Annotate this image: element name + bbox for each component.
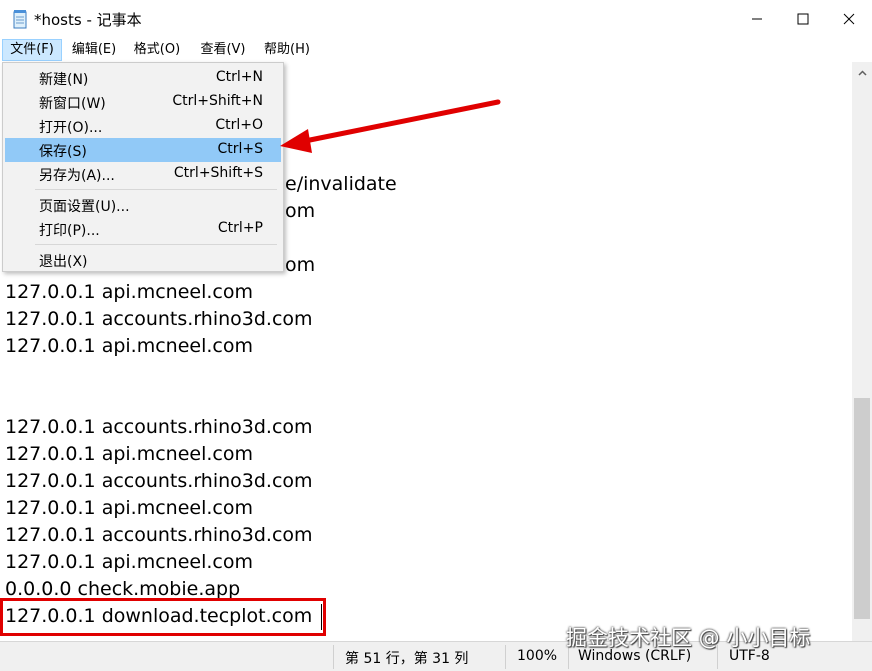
menu-view[interactable]: 查看(V) <box>194 39 252 61</box>
menu-separator <box>35 189 277 190</box>
text-line: om <box>285 200 316 222</box>
menu-item-label: 新窗口(W) <box>39 96 106 112</box>
status-divider <box>505 645 506 669</box>
text-line: 127.0.0.1 accounts.rhino3d.com <box>5 470 313 492</box>
menu-format[interactable]: 格式(O) <box>128 39 186 61</box>
menu-item-label: 页面设置(U)... <box>39 199 130 215</box>
cursor-position: 第 51 行，第 31 列 <box>345 651 469 667</box>
menu-item-label: 新建(N) <box>39 72 89 88</box>
menu-item-label: 保存(S) <box>39 144 87 160</box>
menu-item-save[interactable]: 保存(S) Ctrl+S <box>5 138 281 162</box>
text-line: 127.0.0.1 api.mcneel.com <box>5 281 253 303</box>
menu-file[interactable]: 文件(F) <box>2 39 62 61</box>
menu-help[interactable]: 帮助(H) <box>258 39 316 61</box>
menu-item-exit[interactable]: 退出(X) <box>5 248 281 272</box>
menu-item-new-window[interactable]: 新窗口(W) Ctrl+Shift+N <box>5 90 281 114</box>
menu-item-shortcut: Ctrl+O <box>215 117 263 133</box>
menu-bar: 文件(F) 编辑(E) 格式(O) 查看(V) 帮助(H) <box>0 38 872 62</box>
zoom-level: 100% <box>517 648 558 664</box>
watermark: 掘金技术社区 @ 小小目标 <box>566 626 811 650</box>
text-line: om <box>285 254 316 276</box>
menu-item-shortcut: Ctrl+N <box>215 69 263 85</box>
title-bar: *hosts - 记事本 <box>0 0 872 38</box>
menu-item-shortcut: Ctrl+P <box>217 220 263 236</box>
text-line: 127.0.0.1 api.mcneel.com <box>5 335 253 357</box>
notepad-icon <box>13 10 27 29</box>
text-line: 127.0.0.1 api.mcneel.com <box>5 551 253 573</box>
menu-item-label: 打印(P)... <box>39 223 100 239</box>
text-line: 127.0.0.1 accounts.rhino3d.com <box>5 308 313 330</box>
menu-edit[interactable]: 编辑(E) <box>66 39 122 61</box>
text-line: 127.0.0.1 api.mcneel.com <box>5 497 253 519</box>
menu-item-print[interactable]: 打印(P)... Ctrl+P <box>5 217 281 241</box>
menu-item-label: 打开(O)... <box>39 120 103 136</box>
menu-item-label: 退出(X) <box>39 254 88 270</box>
window-title: *hosts - 记事本 <box>34 11 142 29</box>
annotation-arrow-icon <box>280 99 501 153</box>
text-caret <box>321 604 322 630</box>
menu-item-shortcut: Ctrl+Shift+N <box>172 93 263 109</box>
scrollbar-thumb[interactable] <box>854 398 870 619</box>
annotation-highlight-box <box>0 598 326 636</box>
close-button[interactable] <box>826 0 872 38</box>
menu-item-shortcut: Ctrl+Shift+S <box>173 165 263 181</box>
file-menu-dropdown: 新建(N) Ctrl+N 新窗口(W) Ctrl+Shift+N 打开(O)..… <box>2 62 284 272</box>
maximize-button[interactable] <box>780 0 826 38</box>
text-line: 127.0.0.1 accounts.rhino3d.com <box>5 416 313 438</box>
minimize-icon <box>752 18 762 20</box>
scroll-up-button[interactable] <box>852 64 872 82</box>
close-icon <box>843 13 855 25</box>
chevron-up-icon <box>857 70 867 76</box>
status-divider <box>333 645 334 669</box>
text-line: 127.0.0.1 accounts.rhino3d.com <box>5 524 313 546</box>
maximize-icon <box>797 13 809 25</box>
text-line: 127.0.0.1 api.mcneel.com <box>5 443 253 465</box>
menu-item-open[interactable]: 打开(O)... Ctrl+O <box>5 114 281 138</box>
minimize-button[interactable] <box>734 0 780 38</box>
text-line: e/invalidate <box>285 173 397 195</box>
menu-separator <box>35 244 277 245</box>
menu-item-shortcut: Ctrl+S <box>217 141 263 157</box>
menu-item-page-setup[interactable]: 页面设置(U)... <box>5 193 281 217</box>
menu-item-save-as[interactable]: 另存为(A)... Ctrl+Shift+S <box>5 162 281 186</box>
vertical-scrollbar[interactable] <box>852 62 872 641</box>
menu-item-new[interactable]: 新建(N) Ctrl+N <box>5 66 281 90</box>
menu-item-label: 另存为(A)... <box>39 168 115 184</box>
